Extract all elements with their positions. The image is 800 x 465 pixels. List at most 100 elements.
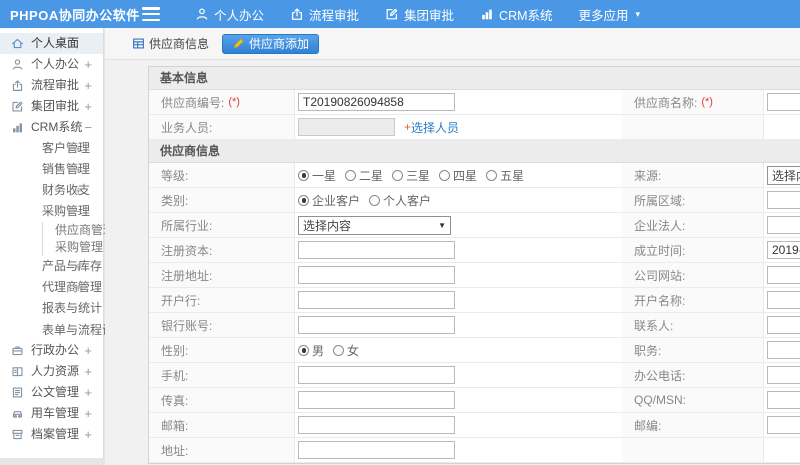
sidebar-item-表单与流程设置[interactable]: 表单与流程设置+ [0,319,135,340]
radio-option[interactable]: 二星 [345,167,383,184]
radio-option[interactable]: 五星 [486,167,524,184]
chart-icon [11,121,24,134]
nav-item-CRM系统[interactable]: CRM系统 [467,0,565,28]
label-text: 供应商编号: [161,95,225,110]
required-marker: (*) [701,96,713,108]
edit-icon [11,100,24,113]
tab-供应商添加[interactable]: 供应商添加 [222,33,320,54]
radio-checked-icon[interactable] [298,169,309,181]
radio-icon[interactable] [333,344,345,356]
expand-plus-icon: + [84,427,92,442]
field-cell [295,90,622,115]
radio-option[interactable]: 一星 [298,167,336,184]
text-input[interactable] [298,93,455,111]
sidebar-item-个人桌面[interactable]: 个人桌面 [0,33,103,54]
radio-option[interactable]: 三星 [392,167,430,184]
sidebar-item-label: 采购管理 [42,204,91,218]
radio-option[interactable]: 四星 [439,167,477,184]
text-input[interactable] [767,416,800,434]
sidebar-item-供应商管理[interactable]: 供应商管理 [42,222,115,239]
field-cell [764,90,800,115]
nav-item-流程审批[interactable]: 流程审批 [277,0,372,28]
hamburger-menu-icon[interactable] [142,7,160,21]
chart-icon [480,7,494,21]
sidebar-item-采购管理[interactable]: 采购管理 [42,239,103,256]
text-input[interactable] [767,366,800,384]
field-label: QQ/MSN: [622,388,764,413]
radio-icon[interactable] [439,169,451,181]
sidebar-item-集团审批[interactable]: 集团审批 + [0,96,103,117]
radio-icon[interactable] [392,169,404,181]
field-label: 开户行: [149,288,295,313]
text-input[interactable] [767,341,800,359]
text-input[interactable] [298,366,455,384]
radio-icon[interactable] [369,194,381,206]
field-label: 银行账号: [149,313,295,338]
sidebar-item-CRM系统[interactable]: CRM系统 − [0,117,103,138]
radio-option[interactable]: 企业客户 [298,192,360,209]
radio-checked-icon[interactable] [298,344,309,356]
sidebar-item-采购管理[interactable]: 采购管理 − [0,201,103,222]
radio-icon[interactable] [345,169,357,181]
sidebar-item-个人办公[interactable]: 个人办公 + [0,54,103,75]
nav-item-更多应用[interactable]: 更多应用 ▾ [566,0,654,28]
nav-item-个人办公[interactable]: 个人办公 [182,0,277,28]
text-input[interactable] [767,93,800,111]
nav-item-集团审批[interactable]: 集团审批 [372,0,467,28]
text-input[interactable] [767,191,800,209]
sidebar-item-报表与统计[interactable]: 报表与统计 [0,298,103,319]
sidebar-item-产品与库存[interactable]: 产品与库存 + [0,256,103,277]
radio-checked-icon[interactable] [298,194,309,206]
sidebar-item-销售管理[interactable]: 销售管理 + [0,159,103,180]
form-row: 性别: 男女职务: [149,338,800,363]
text-input[interactable] [767,391,800,409]
field-cell: + 选择人员 [295,115,622,140]
nav-item-label: 个人办公 [214,8,265,23]
label-text: 注册资本: [161,243,213,258]
sidebar-item-代理商管理[interactable]: 代理商管理 + [0,277,103,298]
sidebar-item-档案管理[interactable]: 档案管理 + [0,424,103,445]
text-input[interactable] [298,316,455,334]
text-input[interactable] [298,416,455,434]
sidebar-item-行政办公[interactable]: 行政办公 + [0,340,103,361]
sidebar-item-人力资源[interactable]: 人力资源 + [0,361,103,382]
hr-icon [11,365,24,378]
text-input[interactable] [298,391,455,409]
select-person-link[interactable]: 选择人员 [411,119,459,136]
radio-label: 企业客户 [312,193,361,208]
text-input[interactable] [298,266,455,284]
sidebar-item-公文管理[interactable]: 公文管理 + [0,382,103,403]
text-input[interactable] [767,241,800,259]
text-input[interactable] [767,291,800,309]
sidebar-item-客户管理[interactable]: 客户管理 + [0,138,103,159]
field-label: 供应商编号: (*) [149,90,295,115]
text-input[interactable] [767,316,800,334]
field-label [622,115,764,140]
form-row: 传真: QQ/MSN: [149,388,800,413]
label-text: 类别: [161,193,189,208]
text-input[interactable] [298,291,455,309]
select-box[interactable]: 选择内容▼ [767,165,800,185]
text-input[interactable] [767,216,800,234]
text-input[interactable] [298,441,455,459]
sidebar-item-财务收支[interactable]: 财务收支 + [0,180,103,201]
sidebar-item-label: 人力资源 [31,364,80,378]
text-input[interactable] [298,241,455,259]
supplier-form: 基本信息供应商编号:(*)供应商名称:(*)业务人员:+选择人员供应商信息等级:… [148,66,800,464]
sidebar-item-流程审批[interactable]: 流程审批 + [0,75,103,96]
radio-icon[interactable] [486,169,498,181]
radio-option[interactable]: 男 [298,342,324,359]
collapse-minus-icon: − [84,120,92,135]
tab-供应商信息[interactable]: 供应商信息 [132,35,209,52]
radio-option[interactable]: 个人客户 [369,192,431,209]
sidebar-item-用车管理[interactable]: 用车管理 + [0,403,103,424]
select-box[interactable]: 选择内容▼ [298,215,451,235]
person-picker-input[interactable] [298,118,395,136]
sidebar-item-label: 代理商管理 [42,280,103,294]
nav-item-label: 集团审批 [404,8,455,23]
text-input[interactable] [767,266,800,284]
sidebar-item-label: 个人桌面 [31,36,80,50]
section-header: 基本信息 [149,67,800,90]
radio-option[interactable]: 女 [333,342,359,359]
admin-icon [11,344,24,357]
